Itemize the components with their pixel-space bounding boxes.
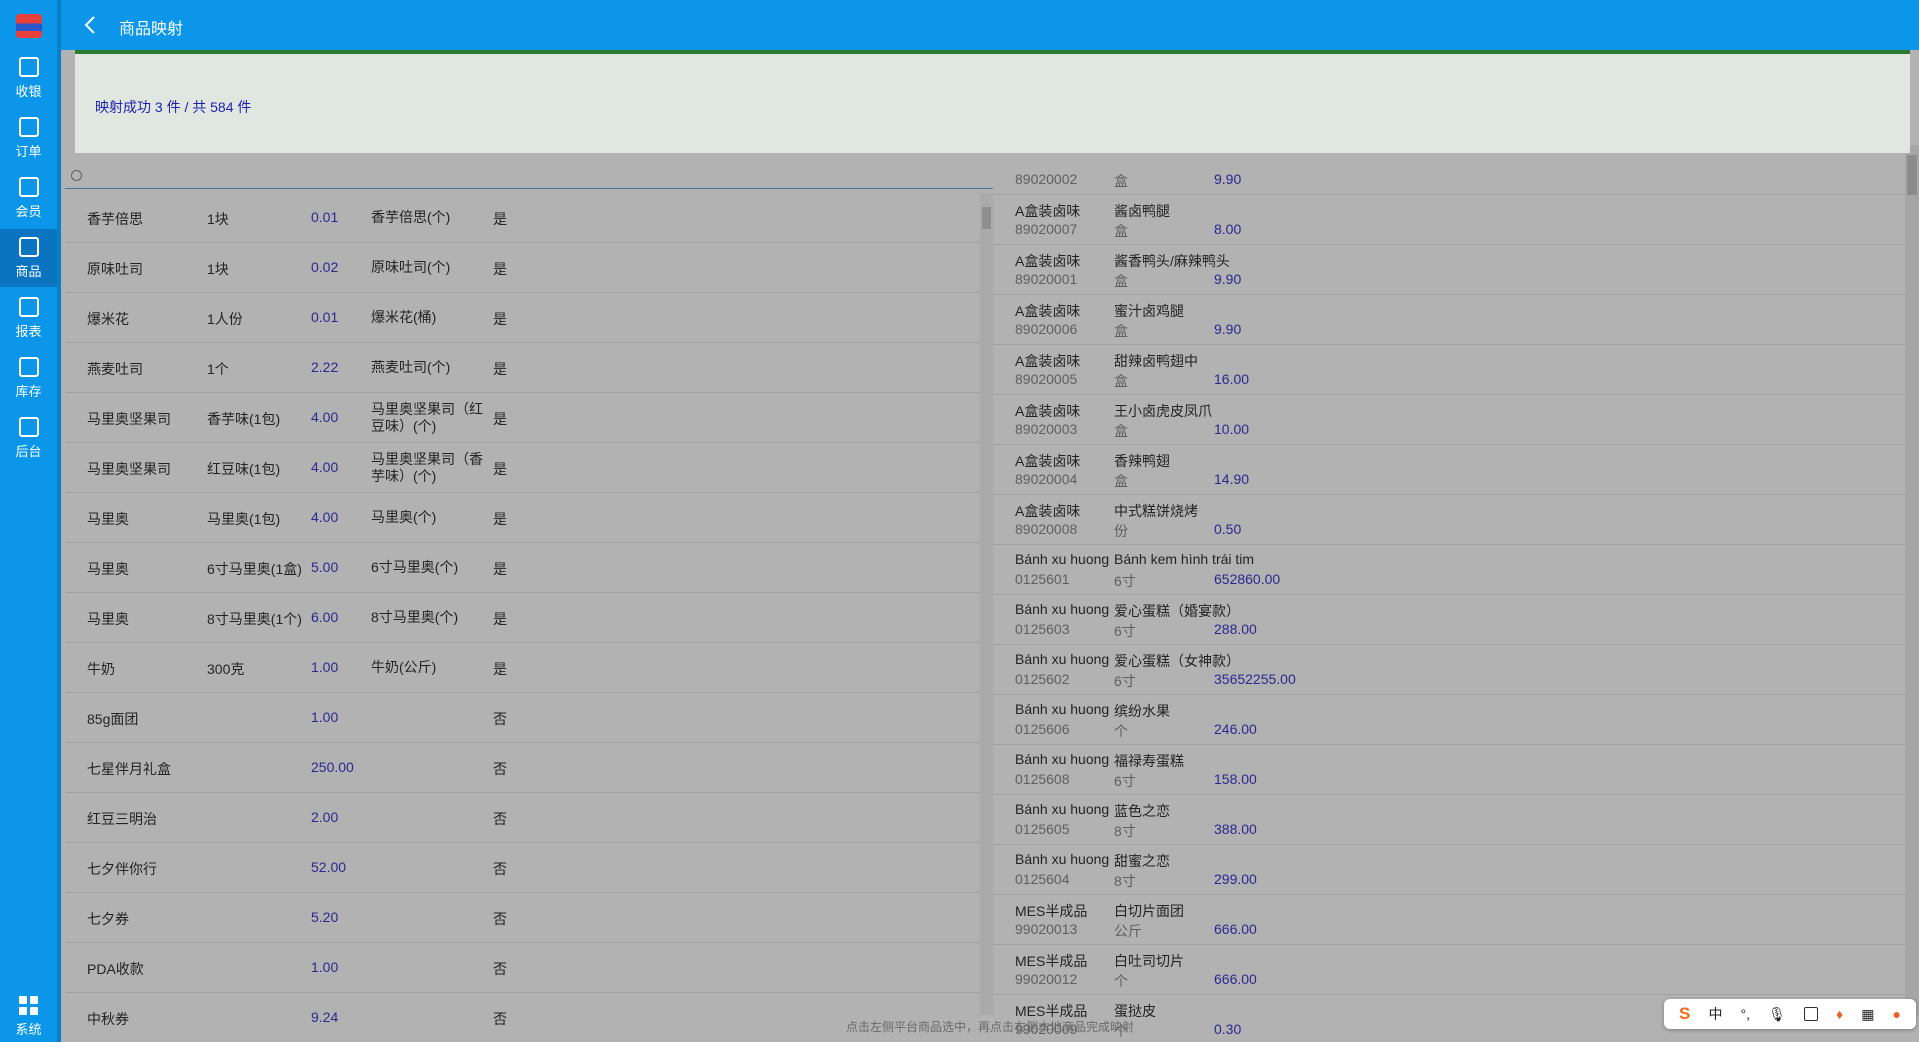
ime-toolbar[interactable]: S 中 °, 🎙 ♦ ▦ ●	[1664, 999, 1916, 1029]
nav-cashier-label: 收银	[15, 84, 42, 99]
sidebar: 收银 订单 会员 商品 报表 库存 后台 系统	[0, 0, 61, 1042]
app-logo	[16, 14, 42, 38]
nav-orders-label: 订单	[15, 144, 42, 159]
nav-system[interactable]: 系统	[0, 990, 57, 1038]
nav-reports[interactable]: 报表	[0, 289, 57, 347]
nav-members-label: 会员	[15, 204, 42, 219]
warehouse-icon	[18, 357, 39, 377]
nav-backend[interactable]: 后台	[0, 409, 57, 467]
sogou-logo-icon[interactable]: S	[1679, 1004, 1690, 1024]
nav-cashier[interactable]: 收银	[0, 49, 57, 107]
nav-reports-label: 报表	[15, 324, 42, 339]
store-icon	[18, 417, 39, 437]
grid-icon	[19, 996, 38, 1015]
product-icon	[18, 237, 39, 257]
member-icon	[18, 177, 39, 197]
more-icon[interactable]: ●	[1892, 1006, 1900, 1022]
top-bar: 商品映射	[61, 0, 1919, 50]
nav-inventory[interactable]: 库存	[0, 349, 57, 407]
report-icon	[18, 297, 39, 317]
cash-register-icon	[18, 57, 39, 77]
keyboard-icon[interactable]	[1803, 1007, 1818, 1021]
success-toast: 映射成功 3 件 / 共 584 件	[75, 50, 1910, 153]
toast-message: 映射成功 3 件 / 共 584 件	[95, 99, 252, 115]
skin-icon[interactable]: ♦	[1836, 1006, 1843, 1022]
nav-orders[interactable]: 订单	[0, 109, 57, 167]
back-arrow-icon[interactable]	[83, 14, 99, 36]
modal-overlay	[61, 50, 1919, 1042]
nav-products[interactable]: 商品	[0, 229, 57, 287]
ime-punct[interactable]: °,	[1741, 1006, 1751, 1022]
nav-products-label: 商品	[15, 264, 42, 279]
nav-inventory-label: 库存	[15, 384, 42, 399]
nav-members[interactable]: 会员	[0, 169, 57, 227]
order-icon	[18, 117, 39, 137]
page-title: 商品映射	[119, 21, 184, 38]
ime-mode[interactable]: 中	[1708, 1004, 1722, 1024]
apps-grid-icon[interactable]: ▦	[1861, 1006, 1874, 1023]
microphone-icon[interactable]: 🎙	[1768, 1006, 1786, 1023]
nav-backend-label: 后台	[15, 444, 42, 459]
nav-system-label: 系统	[15, 1022, 42, 1037]
